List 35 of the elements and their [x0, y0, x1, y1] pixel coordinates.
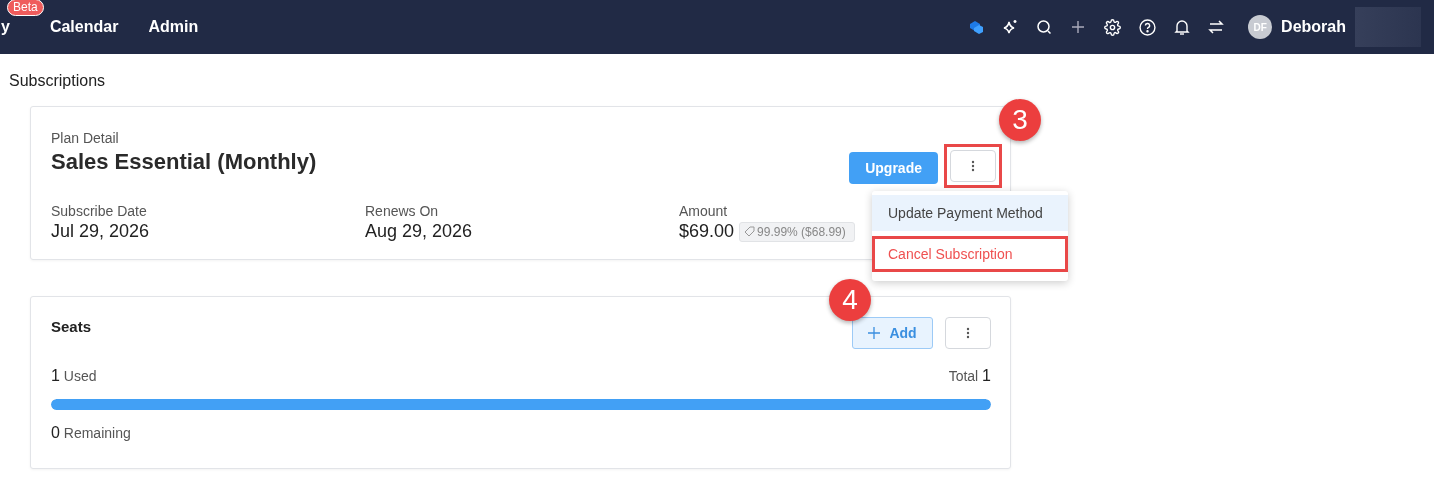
sparkle-icon[interactable]	[1002, 19, 1019, 35]
nav-link[interactable]: Admin	[148, 18, 199, 36]
nav-link[interactable]: Calendar	[49, 18, 119, 36]
total-count: Total 1	[948, 367, 991, 385]
beta-badge: Beta	[7, 0, 44, 16]
page-title: Subscriptions	[9, 72, 107, 90]
field-label: Renews On	[365, 203, 439, 219]
field-label: Amount	[679, 203, 728, 219]
discount-tag: 99.99% ($68.99)	[739, 221, 855, 242]
step-marker: 3	[999, 99, 1041, 141]
field-value: Jul 29, 2026	[51, 221, 150, 242]
swap-icon[interactable]	[1208, 19, 1225, 35]
nav-link[interactable]: y	[1, 18, 10, 36]
field-label: Subscribe Date	[51, 203, 147, 219]
app-logo-icon[interactable]	[968, 19, 985, 35]
more-icon	[971, 160, 975, 172]
more-icon	[966, 327, 970, 339]
used-count: 1 Used	[51, 367, 97, 385]
field-value: $69.00	[679, 221, 735, 242]
field-value: Aug 29, 2026	[365, 221, 473, 242]
seats-title: Seats	[51, 318, 92, 335]
step-marker: 4	[829, 279, 871, 321]
plus-icon[interactable]	[1070, 19, 1087, 35]
help-icon[interactable]	[1139, 18, 1157, 36]
plus-icon	[868, 327, 881, 339]
search-icon[interactable]	[1036, 19, 1053, 35]
remaining-count: 0 Remaining	[51, 424, 131, 442]
user-name[interactable]: Deborah	[1281, 18, 1346, 36]
menu-item[interactable]: Update Payment Method	[872, 195, 1068, 231]
bell-icon[interactable]	[1174, 18, 1191, 36]
menu-item[interactable]: Cancel Subscription	[872, 236, 1068, 272]
plan-caption: Plan Detail	[51, 130, 120, 146]
plan-name: Sales Essential (Monthly)	[51, 149, 317, 175]
tag-icon	[744, 226, 756, 237]
settings-icon[interactable]	[1104, 18, 1122, 36]
